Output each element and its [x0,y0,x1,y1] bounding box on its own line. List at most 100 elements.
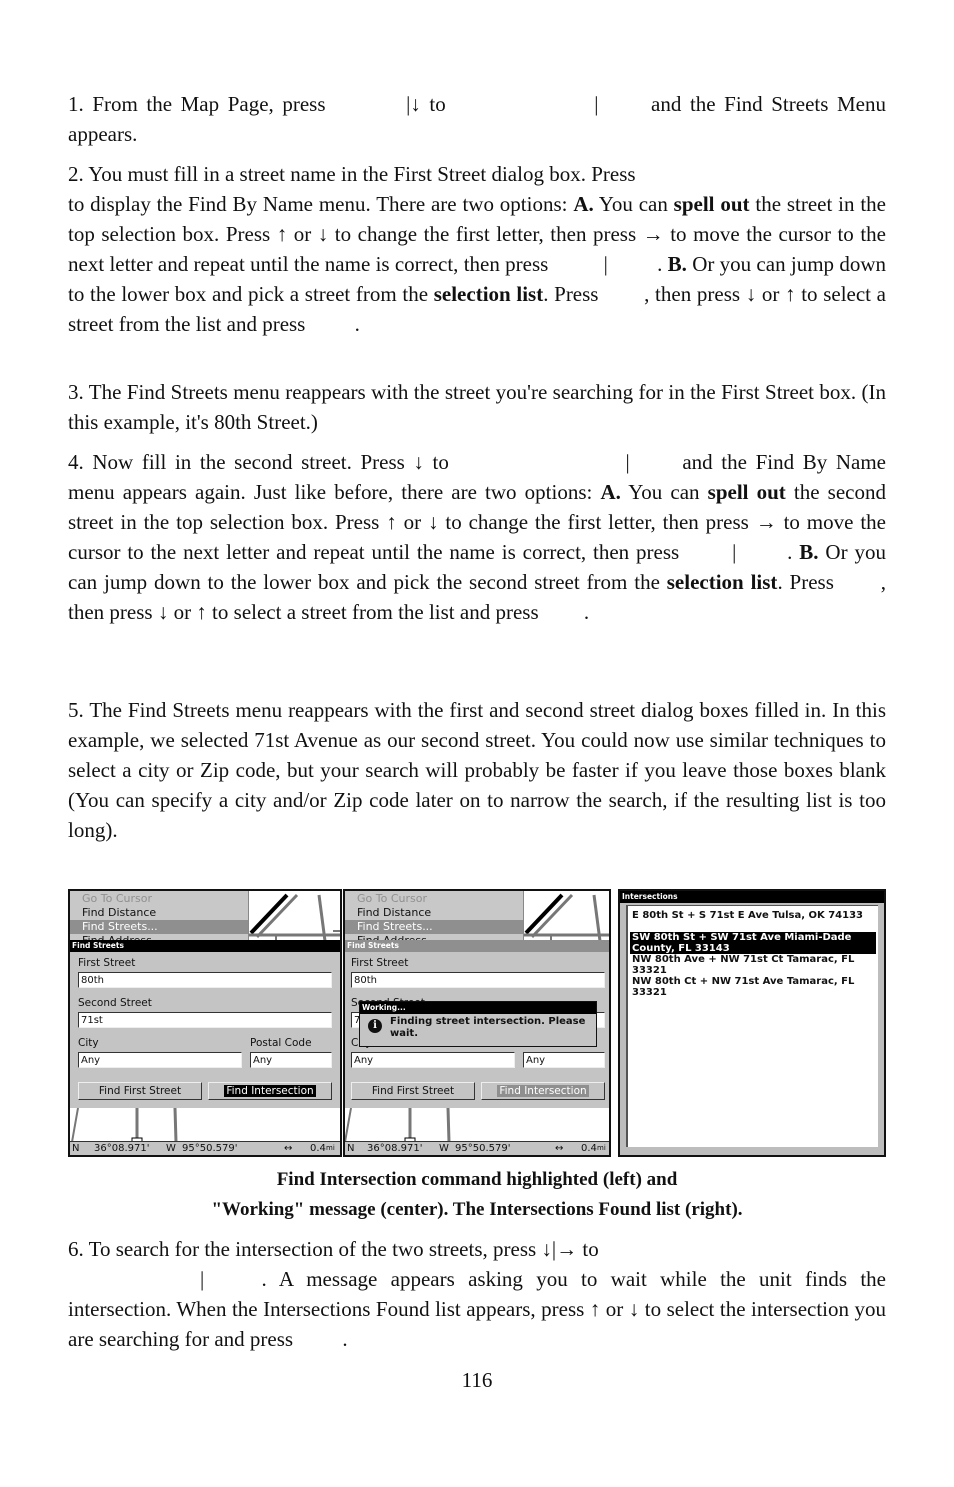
intersections-title: Intersections [620,891,884,903]
step-2-text-f: . [657,252,668,276]
step-6-text-d: . [342,1327,348,1351]
postal-code-field[interactable]: Any [250,1052,332,1068]
map-scale-unit: mi [326,1144,335,1152]
find-first-street-button[interactable]: Find First Street [78,1082,202,1100]
lat-hemisphere: N [72,1143,80,1154]
map-roads [524,893,609,941]
step-1-text-c: | [594,92,608,116]
find-first-street-label: Find First Street [371,1085,455,1097]
step-2: 2. You must fill in a street name in the… [68,159,886,339]
step-4-text-a: 4. Now fill in the second street. Press … [68,450,458,474]
find-intersection-button[interactable]: Find Intersection [208,1082,332,1100]
step-4-text-k: . [583,600,590,624]
option-a-label: A. [573,192,594,216]
step-3: 3. The Find Streets menu reappears with … [68,380,886,434]
second-street-label: Second Street [78,997,152,1009]
find-first-street-label: Find First Street [98,1085,182,1097]
figure-row: Go To Cursor Find Distance Find Streets.… [68,889,886,1157]
step-6: 6. To search for the intersection of the… [68,1234,886,1354]
caption-line-1: Find Intersection command highlighted (l… [276,1169,678,1190]
menu-item-go-to-cursor[interactable]: Go To Cursor [357,892,427,906]
option-b-label: B. [799,540,819,564]
spell-out-term: spell out [707,480,786,504]
find-menu: Go To Cursor Find Distance Find Streets.… [345,891,523,941]
map-scale-value: 0.4 [310,1143,326,1154]
map-view-top [523,891,609,941]
intersection-item-selected[interactable]: SW 80th St + SW 71st Ave Miami-Dade Coun… [630,932,876,954]
find-menu: Go To Cursor Find Distance Find Streets.… [70,891,248,941]
step-2-text-j: . [354,312,360,336]
scale-arrow-icon: ↔ [284,1143,293,1154]
step-4-text-i: . Press [777,570,841,594]
page-number: 116 [461,1368,493,1392]
longitude-readout: 95°50.579' [455,1143,511,1154]
find-first-street-button[interactable]: Find First Street [351,1082,475,1100]
lon-hemisphere: W [439,1143,449,1154]
caption-line-2: "Working" message (center). The Intersec… [211,1199,743,1220]
figure-caption: Find Intersection command highlighted (l… [68,1165,886,1225]
city-label: City [78,1037,99,1049]
step-1-text-a: 1. From the Map Page, press [68,92,335,116]
step-4-text-b: | [625,450,639,474]
intersections-list[interactable]: E 80th St + S 71st E Ave Tulsa, OK 74133… [626,905,878,1147]
screen-intersections-list: Intersections E 80th St + S 71st E Ave T… [618,889,886,1157]
step-4: 4. Now fill in the second street. Press … [68,447,886,627]
screen-find-intersection-highlighted: Go To Cursor Find Distance Find Streets.… [68,889,342,1157]
first-street-field[interactable]: 80th [78,972,332,988]
postal-code-label: Postal Code [250,1037,312,1049]
step-6-text-c: . A message appears asking you to wait w… [68,1267,886,1351]
city-field[interactable]: Any [351,1052,515,1068]
intersection-item[interactable]: E 80th St + S 71st E Ave Tulsa, OK 74133 [630,910,876,921]
longitude-readout: 95°50.579' [182,1143,238,1154]
latitude-readout: 36°08.971' [367,1143,423,1154]
step-4-text-g: . [787,540,800,564]
dialog-title: Find Streets [345,940,609,952]
map-view-bottom [70,1108,340,1144]
menu-item-find-streets[interactable]: Find Streets... [345,920,523,934]
option-b-label: B. [667,252,687,276]
find-intersection-button[interactable]: Find Intersection [481,1082,605,1100]
intersection-item[interactable]: NW 80th Ct + NW 71st Ave Tamarac, FL 333… [630,976,876,998]
step-1-text-b: |↓ to [406,92,455,116]
map-roads [249,893,340,941]
second-street-field[interactable]: 71st [78,1012,332,1028]
city-field[interactable]: Any [78,1052,242,1068]
step-6-text-a: 6. To search for the intersection of the… [68,1237,599,1261]
menu-item-find-distance[interactable]: Find Distance [357,906,431,920]
find-intersection-label: Find Intersection [497,1085,589,1097]
working-dialog: Working... i Finding street intersection… [359,1001,597,1047]
map-roads-bottom [71,1108,178,1144]
map-scale-unit: mi [597,1144,606,1152]
position-status-bar: N 36°08.971' W 95°50.579' ↔ 0.4 mi [70,1141,340,1155]
step-4-text-d: You can [620,480,708,504]
step-6-text-b: | [200,1267,218,1291]
option-a-label: A. [600,480,621,504]
step-2-text-b: to display the Find By Name menu. There … [68,192,574,216]
working-message: Finding street intersection. Please wait… [390,1016,586,1039]
screen-working-message: Go To Cursor Find Distance Find Streets.… [343,889,611,1157]
menu-item-find-streets[interactable]: Find Streets... [70,920,248,934]
position-status-bar: N 36°08.971' W 95°50.579' ↔ 0.4 mi [345,1141,609,1155]
lat-hemisphere: N [347,1143,355,1154]
step-2-text-c: You can [593,192,674,216]
menu-item-find-distance[interactable]: Find Distance [82,906,156,920]
working-dialog-title: Working... [360,1002,596,1014]
menu-item-go-to-cursor[interactable]: Go To Cursor [82,892,152,906]
latitude-readout: 36°08.971' [94,1143,150,1154]
step-4-text-f: | [732,540,744,564]
postal-code-field[interactable]: Any [523,1052,605,1068]
map-scale-value: 0.4 [581,1143,597,1154]
first-street-label: First Street [78,957,136,969]
scale-arrow-icon: ↔ [555,1143,564,1154]
first-street-label: First Street [351,957,409,969]
intersection-item[interactable]: NW 80th Ave + NW 71st Ct Tamarac, FL 333… [630,954,876,976]
find-intersection-label: Find Intersection [224,1085,316,1097]
map-view-top [248,891,340,941]
map-view-bottom [345,1108,609,1144]
selection-list-term: selection list [666,570,778,594]
map-roads-bottom [345,1108,451,1144]
lon-hemisphere: W [166,1143,176,1154]
info-icon: i [368,1019,382,1033]
step-2-text-e: | [603,252,614,276]
first-street-field[interactable]: 80th [351,972,605,988]
